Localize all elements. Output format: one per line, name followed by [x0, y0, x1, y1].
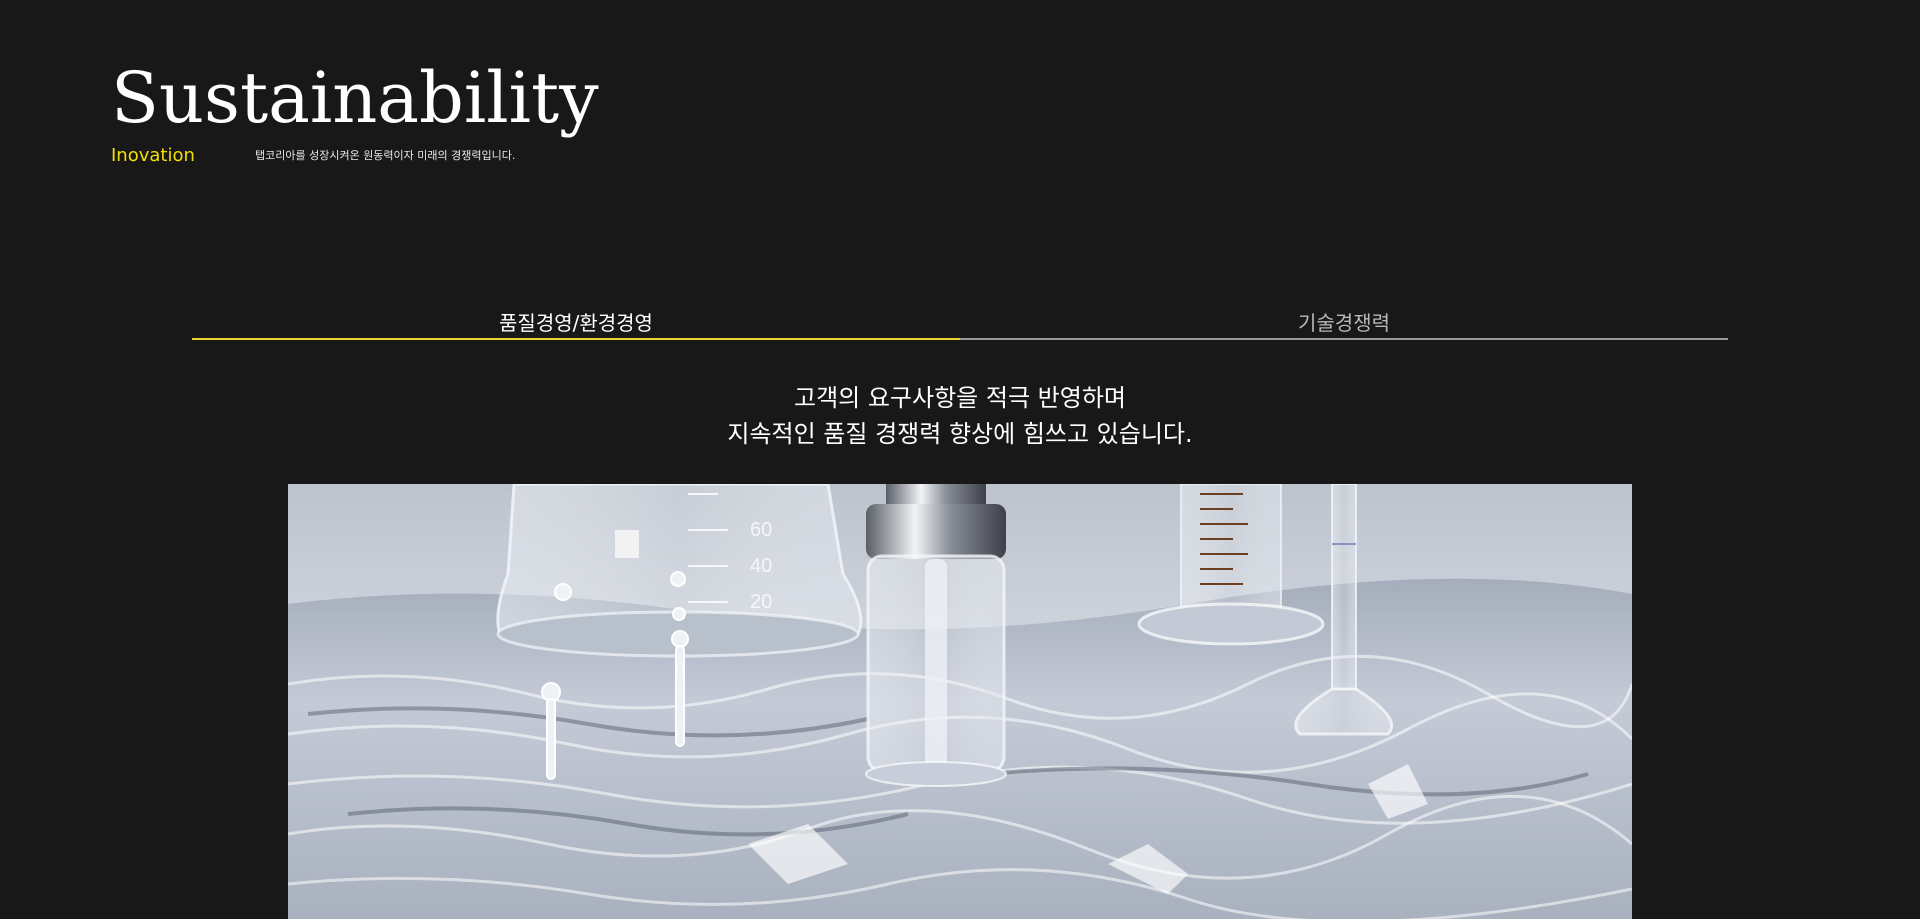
scale-label-60: 60: [750, 519, 772, 541]
dropper-bottle: [865, 484, 1007, 787]
tab-bar: 품질경영/환경경영 기술경쟁력: [192, 308, 1728, 340]
scale-label-40: 40: [750, 555, 772, 577]
hero-illustration: 60 40 20: [288, 484, 1632, 919]
tagline-text: 탭코리아를 성장시켜온 원동력이자 미래의 경쟁력입니다.: [255, 149, 516, 162]
page-title: Sustainability: [111, 57, 599, 139]
lead-text: 고객의 요구사항을 적극 반영하며 지속적인 품질 경쟁력 향상에 힘쓰고 있습…: [0, 380, 1920, 452]
lead-line-2: 지속적인 품질 경쟁력 향상에 힘쓰고 있습니다.: [727, 420, 1193, 448]
section-subtitle: Inovation: [111, 145, 195, 166]
hero-image-lab-glassware: 60 40 20: [288, 484, 1632, 919]
scale-label-20: 20: [750, 591, 772, 613]
lead-line-1: 고객의 요구사항을 적극 반영하며: [793, 384, 1126, 412]
tab-technology[interactable]: 기술경쟁력: [960, 308, 1728, 340]
sustainability-page: Sustainability Inovation 탭코리아를 성장시켜온 원동력…: [0, 0, 1920, 919]
tab-quality-environment[interactable]: 품질경영/환경경영: [192, 308, 960, 340]
